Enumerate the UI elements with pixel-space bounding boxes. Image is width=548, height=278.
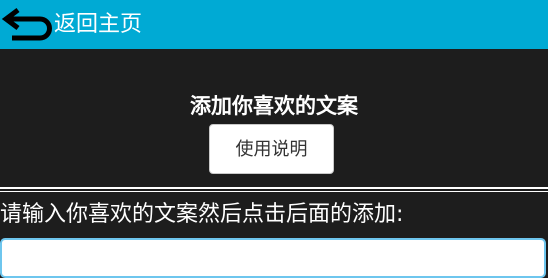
back-home-link[interactable]: 返回主页	[0, 0, 142, 49]
back-home-label: 返回主页	[54, 12, 143, 37]
add-copy-section: 添加你喜欢的文案 使用说明	[0, 49, 548, 189]
top-bar: 返回主页	[0, 0, 548, 49]
help-button[interactable]: 使用说明	[209, 124, 334, 174]
instruction-text: 请输入你喜欢的文案然后点击后面的添加:	[0, 202, 404, 227]
page-title: 添加你喜欢的文案	[190, 94, 358, 118]
divider	[0, 191, 548, 192]
copy-text-input[interactable]	[0, 238, 546, 278]
back-arrow-icon	[1, 8, 52, 41]
divider	[0, 187, 548, 189]
